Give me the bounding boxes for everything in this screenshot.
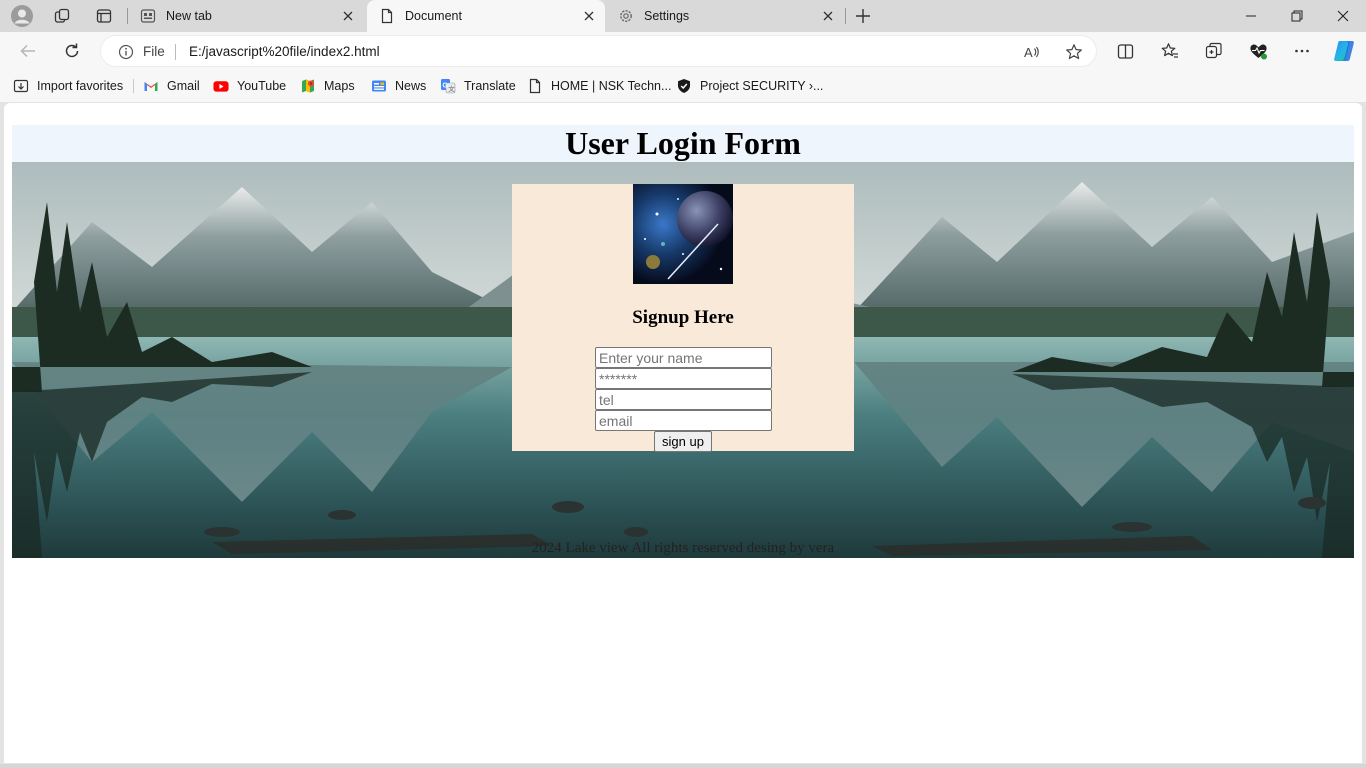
svg-text:文: 文 — [448, 84, 455, 93]
name-input[interactable] — [595, 347, 772, 368]
email-input[interactable] — [595, 410, 772, 431]
split-screen-icon — [1117, 43, 1133, 59]
minimize-icon — [1246, 15, 1256, 17]
settings-more-button[interactable] — [1287, 36, 1317, 66]
tab-new-tab[interactable]: New tab — [128, 0, 364, 32]
address-url[interactable]: E:/javascript%20file/index2.html — [189, 44, 380, 59]
favorites-bar: Import favorites Gmail YouTube Maps News… — [0, 70, 1366, 102]
favorite-home-nsk[interactable]: HOME | NSK Techn... — [527, 76, 671, 96]
copilot-button[interactable] — [1329, 36, 1359, 66]
tel-input[interactable] — [595, 389, 772, 410]
favorite-label: Gmail — [167, 79, 200, 93]
import-icon — [13, 78, 29, 94]
close-window-button[interactable] — [1320, 0, 1366, 32]
favorite-maps[interactable]: Maps — [300, 76, 355, 96]
favorite-label: YouTube — [237, 79, 287, 93]
back-button[interactable] — [13, 36, 43, 66]
read-aloud-icon[interactable]: A — [1021, 41, 1043, 63]
info-icon[interactable] — [117, 43, 135, 61]
svg-text:A: A — [1024, 45, 1033, 60]
tab-actions-button[interactable] — [89, 2, 119, 30]
tab-title: New tab — [166, 9, 212, 23]
address-scheme-label: File — [143, 44, 165, 59]
favorite-label: Maps — [324, 79, 355, 93]
close-icon — [1337, 10, 1349, 22]
news-icon — [371, 78, 387, 94]
heart-pulse-icon — [1249, 43, 1267, 59]
close-icon[interactable] — [579, 6, 599, 26]
maps-icon — [300, 78, 316, 94]
favorites-divider — [133, 79, 134, 93]
minimize-button[interactable] — [1228, 0, 1274, 32]
browser-essentials-button[interactable] — [1243, 36, 1273, 66]
plus-icon — [856, 9, 870, 23]
profile-icon — [11, 5, 33, 27]
window-bottom-edge — [0, 764, 1366, 768]
galaxy-image — [633, 184, 733, 284]
signup-heading: Signup Here — [632, 307, 734, 328]
restore-icon — [1291, 10, 1303, 22]
gear-icon — [618, 8, 634, 24]
collections-button[interactable] — [1199, 36, 1229, 66]
workspaces-icon — [54, 8, 70, 23]
favorites-list-icon — [1161, 43, 1178, 58]
browser-toolbar: File E:/javascript%20file/index2.html A — [0, 32, 1366, 70]
newtab-icon — [140, 8, 156, 24]
refresh-icon — [65, 43, 79, 58]
tab-settings[interactable]: Settings — [606, 0, 844, 32]
favorite-gmail[interactable]: Gmail — [143, 76, 200, 96]
favorite-label: HOME | NSK Techn... — [551, 79, 672, 93]
back-arrow-icon — [20, 44, 35, 58]
favorites-button[interactable] — [1155, 36, 1185, 66]
tab-title: Document — [405, 9, 462, 23]
profile-button[interactable] — [7, 2, 37, 30]
translate-icon: G文 — [440, 78, 456, 94]
youtube-icon — [213, 78, 229, 94]
favorite-news[interactable]: News — [371, 76, 426, 96]
lake-background: Signup Here sign up 2024 Lake view All r… — [12, 162, 1354, 558]
tab-strip: New tab Document Settings — [0, 0, 1366, 32]
refresh-button[interactable] — [57, 36, 87, 66]
gmail-icon — [143, 78, 159, 94]
page-viewport: User Login Form Signup Here Enter your n… — [4, 103, 1362, 763]
favorite-star-icon[interactable] — [1063, 41, 1085, 63]
collections-icon — [1205, 42, 1222, 59]
favorite-label: News — [395, 79, 427, 93]
more-icon — [1295, 49, 1309, 53]
restore-button[interactable] — [1274, 0, 1320, 32]
signup-panel: Signup Here sign up — [512, 184, 854, 452]
page-title: User Login Form — [565, 125, 801, 161]
new-tab-button[interactable] — [848, 2, 878, 30]
favorite-translate[interactable]: G文 Translate — [440, 76, 516, 96]
tab-document[interactable]: Document — [367, 0, 605, 32]
signup-button[interactable]: sign up — [654, 431, 712, 452]
shield-icon — [676, 78, 692, 94]
favorite-youtube[interactable]: YouTube — [213, 76, 286, 96]
address-divider — [175, 44, 176, 60]
page-header: User Login Form — [12, 125, 1354, 162]
document-icon — [379, 8, 395, 24]
favorite-import[interactable]: Import favorites — [13, 76, 123, 96]
close-icon[interactable] — [818, 6, 838, 26]
favorite-label: Import favorites — [37, 79, 124, 93]
favorite-label: Project SECURITY ›... — [700, 79, 824, 93]
favorite-project-security[interactable]: Project SECURITY ›... — [676, 76, 823, 96]
page-icon — [527, 78, 543, 94]
footer-copyright: 2024 Lake view All rights reserved desin… — [531, 540, 835, 556]
tab-separator — [845, 8, 846, 24]
password-input[interactable] — [595, 368, 772, 389]
favorite-label: Translate — [464, 79, 516, 93]
tab-actions-icon — [96, 9, 112, 23]
split-screen-button[interactable] — [1110, 36, 1140, 66]
close-icon[interactable] — [338, 6, 358, 26]
workspaces-button[interactable] — [47, 2, 77, 30]
address-bar[interactable]: File E:/javascript%20file/index2.html A — [100, 35, 1097, 67]
tab-title: Settings — [644, 9, 690, 23]
copilot-icon — [1334, 41, 1354, 61]
